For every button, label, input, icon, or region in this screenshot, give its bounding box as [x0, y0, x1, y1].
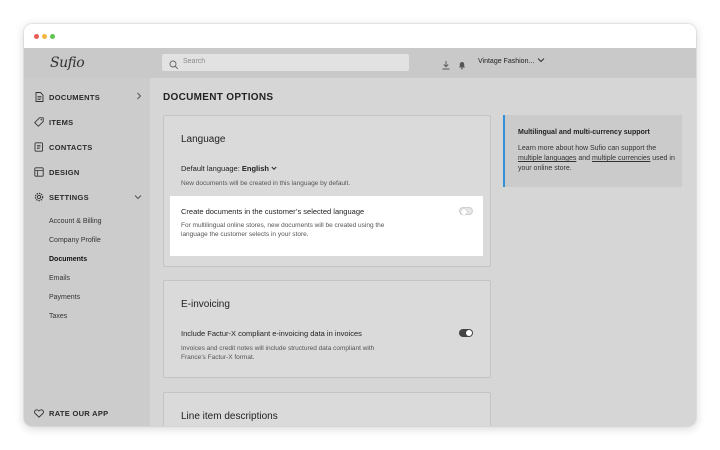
toggle-knob — [461, 208, 467, 215]
default-language-row: Default language: English — [181, 164, 277, 173]
close-window-button[interactable] — [34, 34, 39, 39]
search-icon — [169, 57, 179, 70]
settings-sub-documents[interactable]: Documents — [49, 256, 87, 263]
main-content: DOCUMENT OPTIONS Language Default langua… — [150, 78, 696, 426]
customer-language-option: Create documents in the customer’s selec… — [170, 196, 483, 256]
customer-language-toggle[interactable] — [459, 207, 473, 215]
sidebar-item-settings[interactable]: SETTINGS — [24, 186, 150, 208]
line-item-descriptions-title: Line item descriptions — [181, 411, 278, 422]
page-title: DOCUMENT OPTIONS — [163, 92, 274, 103]
settings-sub-emails[interactable]: Emails — [49, 275, 70, 282]
multiple-currencies-link[interactable]: multiple currencies — [592, 155, 650, 162]
chevron-down-icon — [271, 164, 277, 173]
tag-icon — [34, 117, 44, 127]
sidebar-item-contacts[interactable]: CONTACTS — [24, 136, 150, 158]
gear-icon — [34, 192, 44, 202]
einvoicing-desc-line-2: France’s Factur-X format. — [181, 354, 255, 361]
info-panel: Multilingual and multi-currency support … — [503, 115, 682, 187]
sidebar-item-label: DOCUMENTS — [49, 92, 101, 102]
settings-sub-taxes[interactable]: Taxes — [49, 313, 67, 320]
settings-sub-account-billing[interactable]: Account & Billing — [49, 218, 102, 225]
sidebar-item-items[interactable]: ITEMS — [24, 111, 150, 133]
rate-our-app-button[interactable]: RATE OUR APP — [24, 402, 150, 424]
bell-icon[interactable] — [457, 57, 467, 70]
contacts-icon — [34, 142, 44, 152]
search-placeholder: Search — [183, 58, 206, 65]
default-language-desc: New documents will be created in this la… — [181, 180, 351, 187]
einvoicing-card: E-invoicing Include Factur-X compliant e… — [163, 280, 491, 378]
heart-icon — [34, 408, 44, 418]
language-card-title: Language — [181, 134, 226, 145]
sidebar-item-label: DESIGN — [49, 167, 80, 177]
info-body: Learn more about how Sufio can support t… — [518, 144, 678, 174]
store-selector[interactable]: Vintage Fashion... — [478, 58, 534, 65]
info-text-1: Learn more about how Sufio can support t… — [518, 145, 657, 152]
einvoicing-desc-line-1: Invoices and credit notes will include s… — [181, 345, 375, 352]
logo-area — [24, 48, 150, 78]
einvoicing-card-title: E-invoicing — [181, 299, 230, 310]
customer-language-label: Create documents in the customer’s selec… — [181, 207, 365, 216]
line-item-descriptions-card: Line item descriptions — [163, 392, 491, 426]
chevron-right-icon — [136, 92, 142, 102]
chevron-down-icon — [134, 193, 142, 202]
customer-language-desc-line-1: For multilingual online stores, new docu… — [181, 222, 385, 229]
top-bar: Search Vintage Fashion... — [150, 48, 696, 78]
app-window: Sufio DOCUMENTS ITEMS CONTACTS DESIGN SE… — [24, 24, 696, 426]
info-and: and — [576, 155, 592, 162]
sidebar-item-design[interactable]: DESIGN — [24, 161, 150, 183]
settings-sub-payments[interactable]: Payments — [49, 294, 80, 301]
einvoicing-toggle[interactable] — [459, 329, 473, 337]
sidebar-item-label: SETTINGS — [49, 192, 89, 202]
default-language-select[interactable]: English — [242, 164, 277, 173]
info-title: Multilingual and multi-currency support — [518, 129, 650, 136]
minimize-window-button[interactable] — [42, 34, 47, 39]
title-bar — [24, 24, 696, 48]
maximize-window-button[interactable] — [50, 34, 55, 39]
rate-our-app-label: RATE OUR APP — [49, 408, 109, 418]
chevron-down-icon[interactable] — [537, 56, 545, 66]
sidebar-item-documents[interactable]: DOCUMENTS — [24, 86, 150, 108]
sidebar-item-label: ITEMS — [49, 117, 74, 127]
design-icon — [34, 167, 44, 177]
customer-language-desc-line-2: language the customer selects in your st… — [181, 231, 309, 238]
default-language-value: English — [241, 164, 269, 173]
search-input[interactable]: Search — [162, 54, 409, 71]
settings-sub-company-profile[interactable]: Company Profile — [49, 237, 101, 244]
einvoicing-toggle-label: Include Factur-X compliant e-invoicing d… — [181, 329, 362, 338]
logo[interactable]: Sufio — [50, 55, 85, 71]
download-icon[interactable] — [441, 57, 451, 70]
sidebar-item-label: CONTACTS — [49, 142, 93, 152]
multiple-languages-link[interactable]: multiple languages — [518, 155, 576, 162]
document-icon — [34, 92, 44, 102]
language-card: Language Default language: English New d… — [163, 115, 491, 267]
sidebar: Sufio DOCUMENTS ITEMS CONTACTS DESIGN SE… — [24, 48, 150, 426]
toggle-knob — [466, 330, 472, 336]
default-language-label: Default language: — [181, 164, 240, 173]
